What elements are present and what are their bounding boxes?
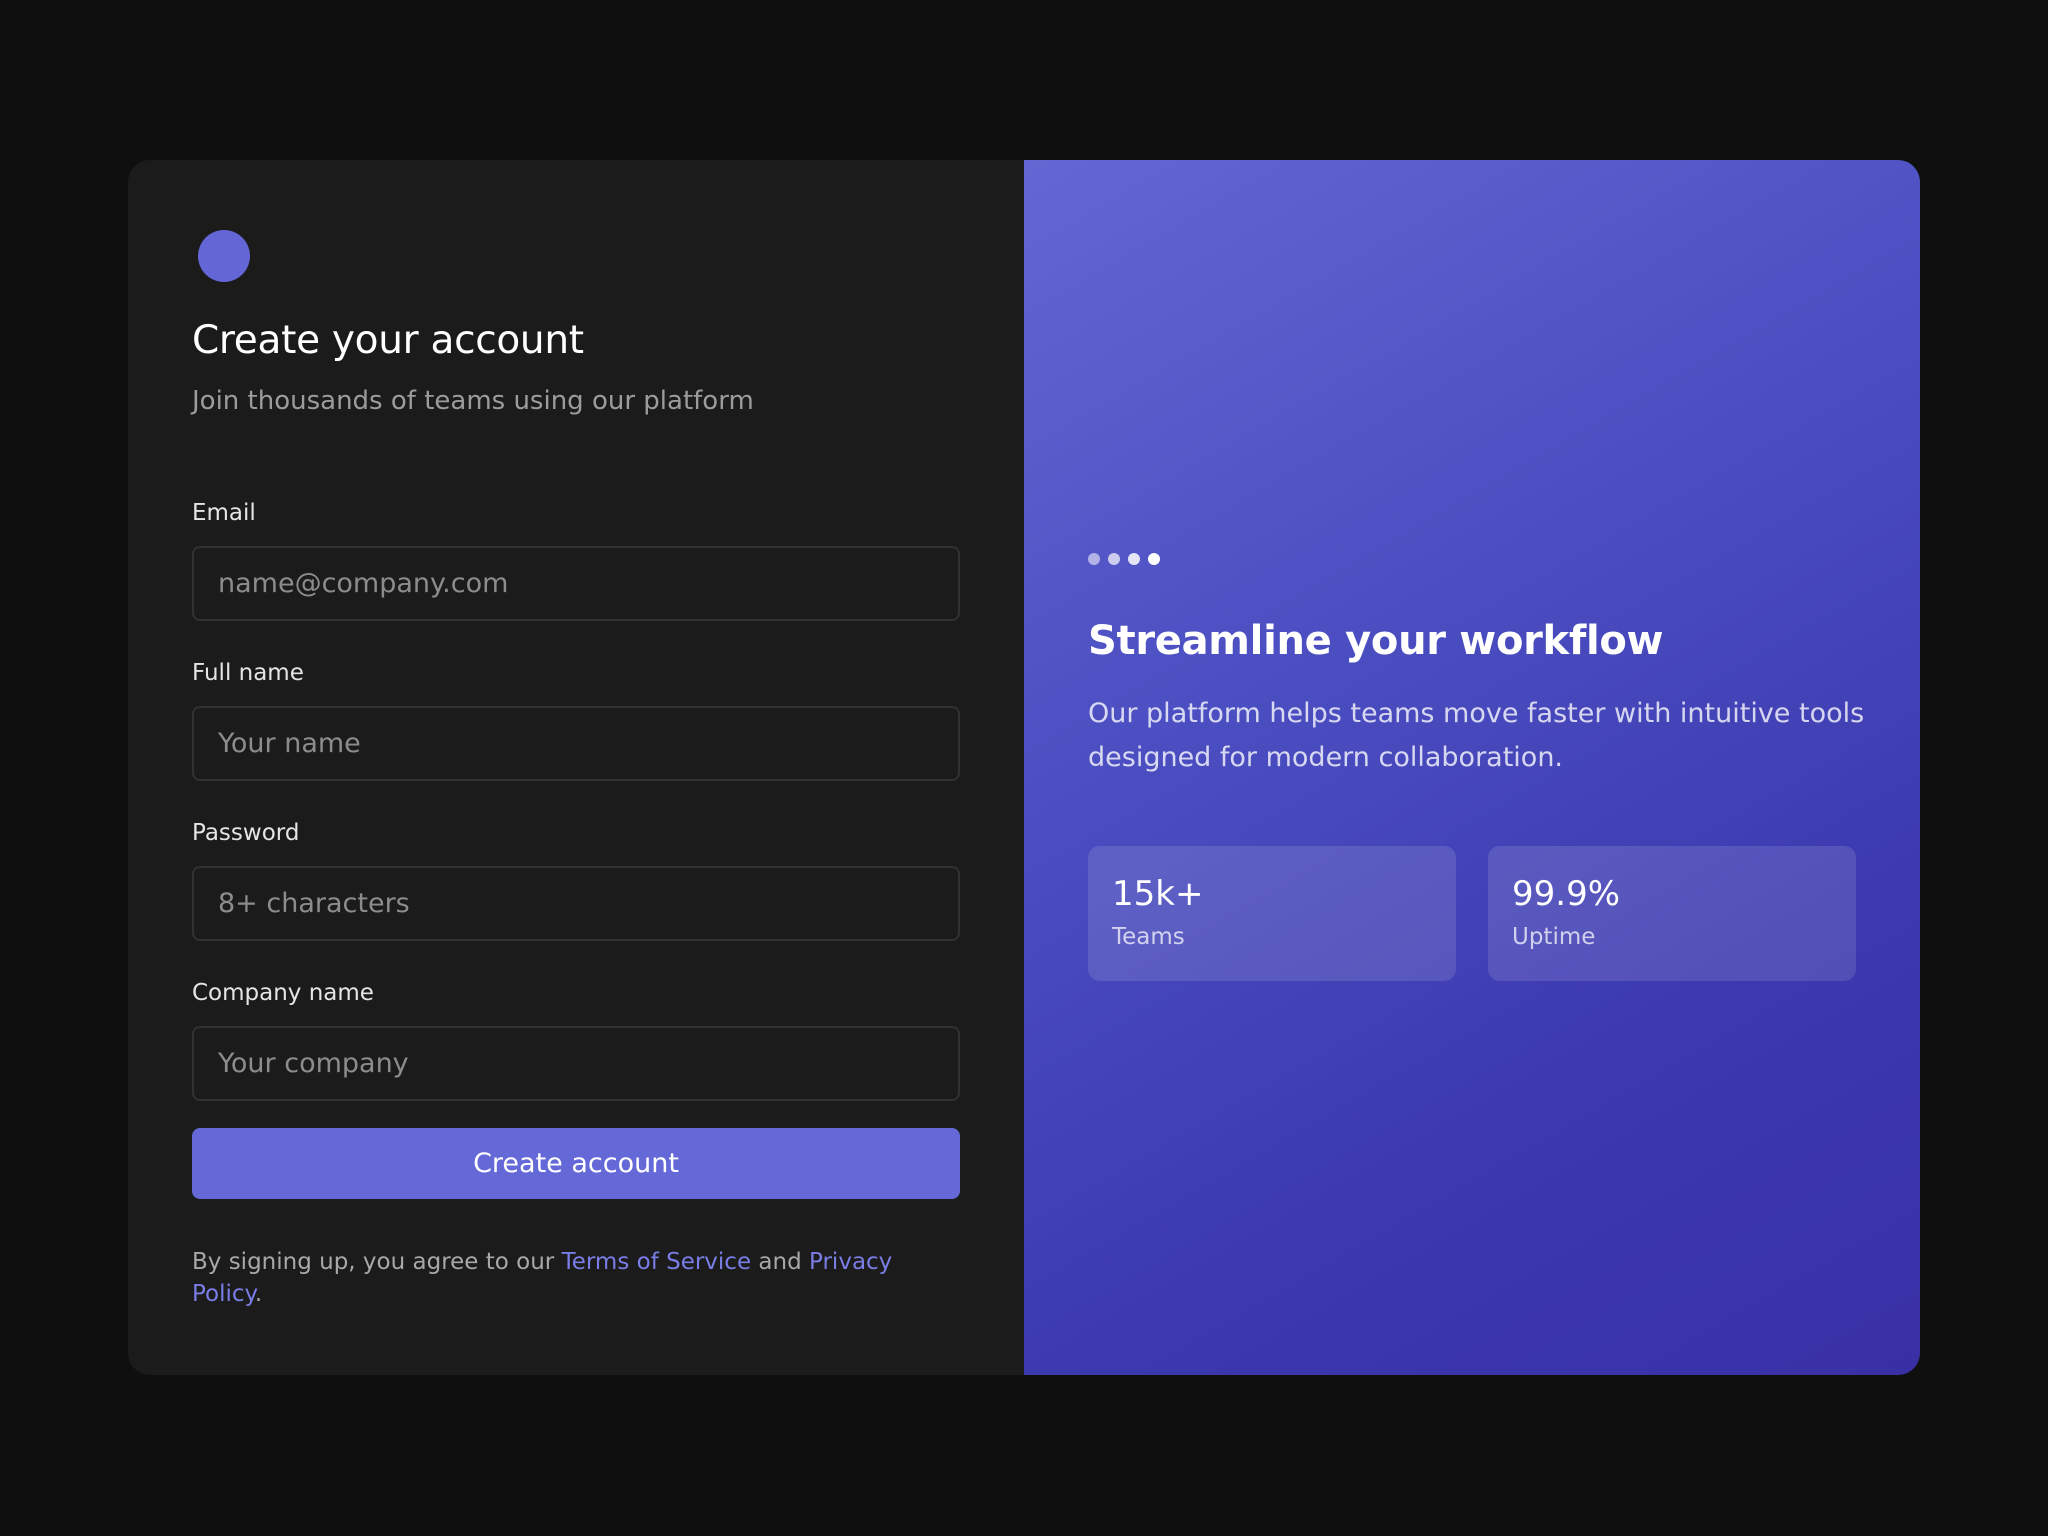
- carousel-dot-3[interactable]: [1128, 553, 1140, 565]
- stat-value: 99.9%: [1512, 874, 1621, 914]
- password-input[interactable]: [192, 866, 960, 941]
- password-field-group: Password: [192, 820, 960, 941]
- stat-label: Teams: [1112, 924, 1185, 950]
- page-title: Create your account: [192, 318, 584, 363]
- carousel-dot-2[interactable]: [1108, 553, 1120, 565]
- create-account-button[interactable]: Create account: [192, 1128, 960, 1199]
- full-name-label: Full name: [192, 660, 304, 686]
- terms-middle: and: [751, 1249, 810, 1275]
- stat-card-uptime: 99.9% Uptime: [1488, 846, 1856, 981]
- terms-of-service-link[interactable]: Terms of Service: [562, 1249, 752, 1275]
- signup-card: Create your account Join thousands of te…: [128, 160, 1920, 1375]
- carousel-dot-1[interactable]: [1088, 553, 1100, 565]
- company-name-field-group: Company name: [192, 980, 960, 1101]
- carousel-dot-4[interactable]: [1148, 553, 1160, 565]
- promo-panel: Streamline your workflow Our platform he…: [1024, 160, 1920, 1375]
- carousel-indicator: [1088, 553, 1160, 565]
- stat-label: Uptime: [1512, 924, 1596, 950]
- password-label: Password: [192, 820, 300, 846]
- stat-card-teams: 15k+ Teams: [1088, 846, 1456, 981]
- terms-suffix: .: [254, 1281, 263, 1307]
- stat-value: 15k+: [1112, 874, 1204, 914]
- full-name-field-group: Full name: [192, 660, 960, 781]
- email-input[interactable]: [192, 546, 960, 621]
- page-subtitle: Join thousands of teams using our platfo…: [192, 386, 754, 416]
- promo-description: Our platform helps teams move faster wit…: [1088, 698, 1865, 773]
- company-name-input[interactable]: [192, 1026, 960, 1101]
- promo-title: Streamline your workflow: [1088, 618, 1664, 664]
- company-name-label: Company name: [192, 980, 374, 1006]
- email-field-group: Email: [192, 500, 960, 621]
- logo-circle-icon: [198, 230, 250, 282]
- signup-form-panel: Create your account Join thousands of te…: [128, 160, 1024, 1375]
- full-name-input[interactable]: [192, 706, 960, 781]
- email-label: Email: [192, 500, 256, 526]
- terms-prefix: By signing up, you agree to our: [192, 1249, 562, 1275]
- terms-notice: By signing up, you agree to our Terms of…: [192, 1246, 912, 1310]
